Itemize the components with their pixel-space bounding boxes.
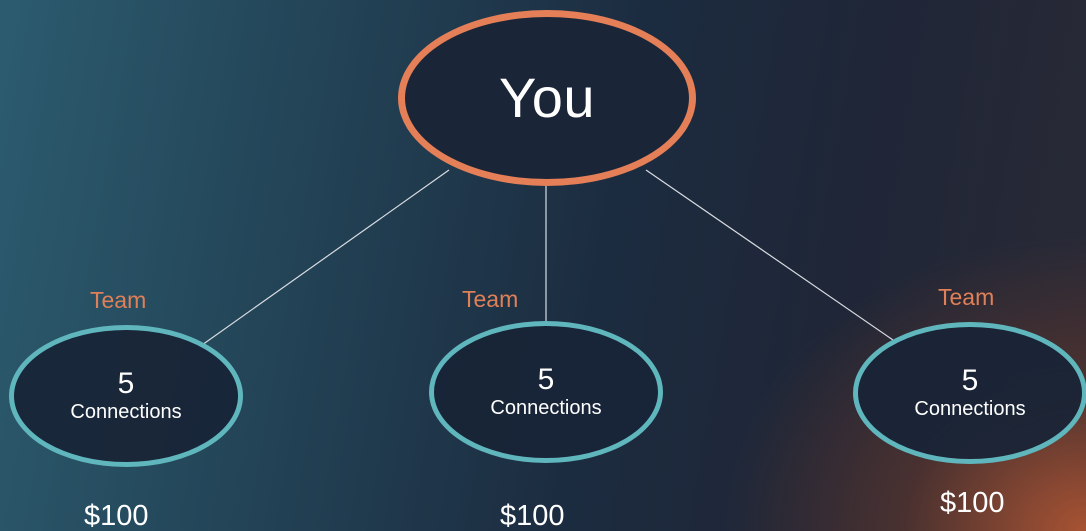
root-node: You xyxy=(398,10,696,186)
team-price: $100 xyxy=(500,500,565,531)
connection-count: 5 xyxy=(537,363,555,396)
team-node: 5 Connections xyxy=(9,325,243,467)
team-price: $100 xyxy=(84,500,149,531)
connection-count: 5 xyxy=(117,367,135,400)
connection-unit: Connections xyxy=(70,401,182,423)
connection-count: 5 xyxy=(961,364,979,397)
connection-unit: Connections xyxy=(914,398,1026,420)
team-label: Team xyxy=(938,284,995,310)
root-node-label: You xyxy=(499,66,595,129)
connection-unit: Connections xyxy=(490,397,602,419)
connector-line-left xyxy=(201,169,450,346)
team-label: Team xyxy=(462,286,519,312)
connector-line-right xyxy=(645,169,894,341)
team-price: $100 xyxy=(940,487,1005,519)
diagram-canvas: You Team 5 Connections $100 Team 5 Conne… xyxy=(0,0,1086,531)
team-node: 5 Connections xyxy=(853,322,1086,464)
team-label: Team xyxy=(90,287,147,313)
team-node: 5 Connections xyxy=(429,321,663,463)
